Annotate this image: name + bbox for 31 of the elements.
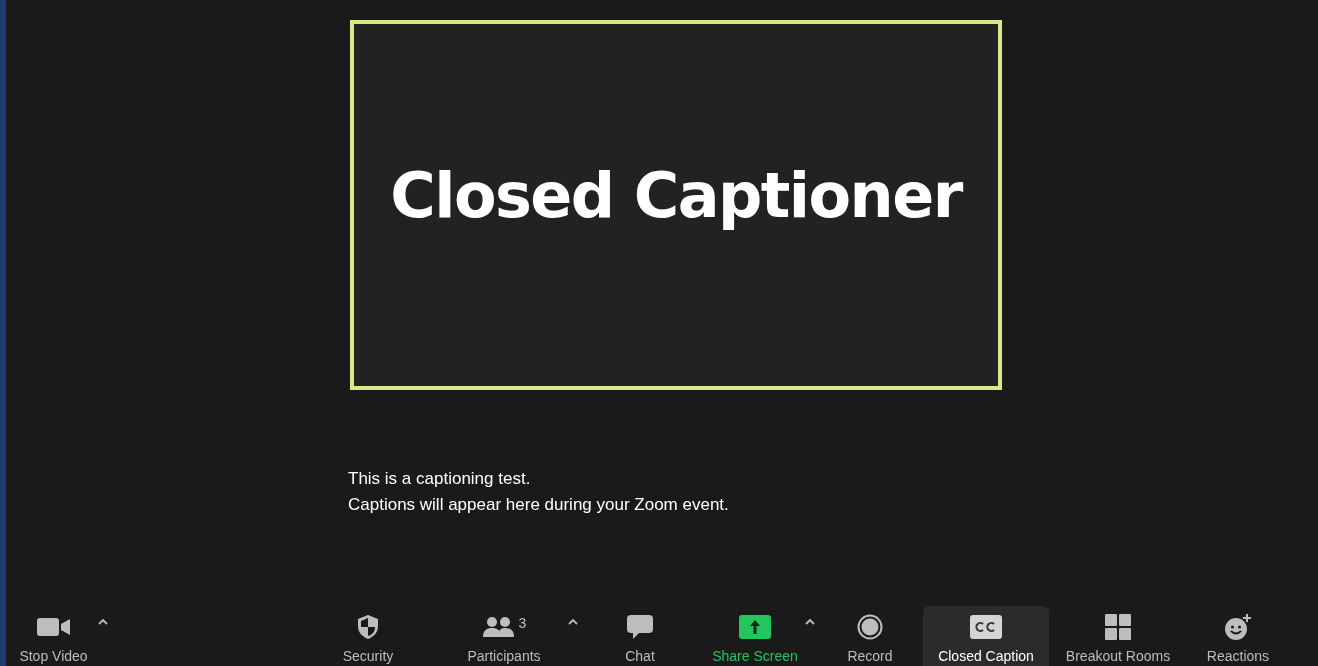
caret-icon [568, 618, 578, 625]
button-label: Reactions [1206, 647, 1270, 665]
people-icon [481, 616, 516, 638]
grid-icon [1105, 614, 1131, 640]
shield-icon [356, 614, 380, 640]
toolbar-button[interactable]: Chat [610, 606, 670, 666]
toolbar-button[interactable]: Stop Video [12, 606, 95, 666]
button-label: Record [847, 647, 893, 665]
toolbar-button[interactable]: Share Screen [707, 606, 803, 666]
record-icon [857, 614, 883, 640]
button-label: Share Screen [712, 647, 798, 665]
caret-icon [98, 618, 108, 625]
button-label: Closed Caption [938, 647, 1034, 665]
button-label: Breakout Rooms [1065, 647, 1171, 665]
video-camera-icon [36, 617, 71, 637]
toolbar-button[interactable]: Reactions [1198, 606, 1278, 666]
speech-bubble-icon [626, 614, 654, 640]
participant-count: 3 [518, 613, 527, 633]
caret-icon [805, 618, 815, 625]
cc-icon [970, 615, 1002, 639]
toolbar-button[interactable]: Closed Caption [923, 606, 1049, 666]
toolbar-button[interactable]: Security [328, 606, 408, 666]
toolbar-button[interactable]: Breakout Rooms [1058, 606, 1178, 666]
smiley-icon [1224, 613, 1252, 641]
caption-text: This is a captioning test. Captions will appear here during your Zoom event. [348, 468, 730, 516]
toolbar-button[interactable]: Record [838, 606, 902, 666]
button-label: Stop Video [19, 647, 88, 665]
button-label: Security [342, 647, 394, 665]
toolbar-button[interactable]: 3 Participants [454, 606, 554, 666]
button-label: Participants [467, 647, 541, 665]
button-label: Chat [625, 647, 655, 665]
